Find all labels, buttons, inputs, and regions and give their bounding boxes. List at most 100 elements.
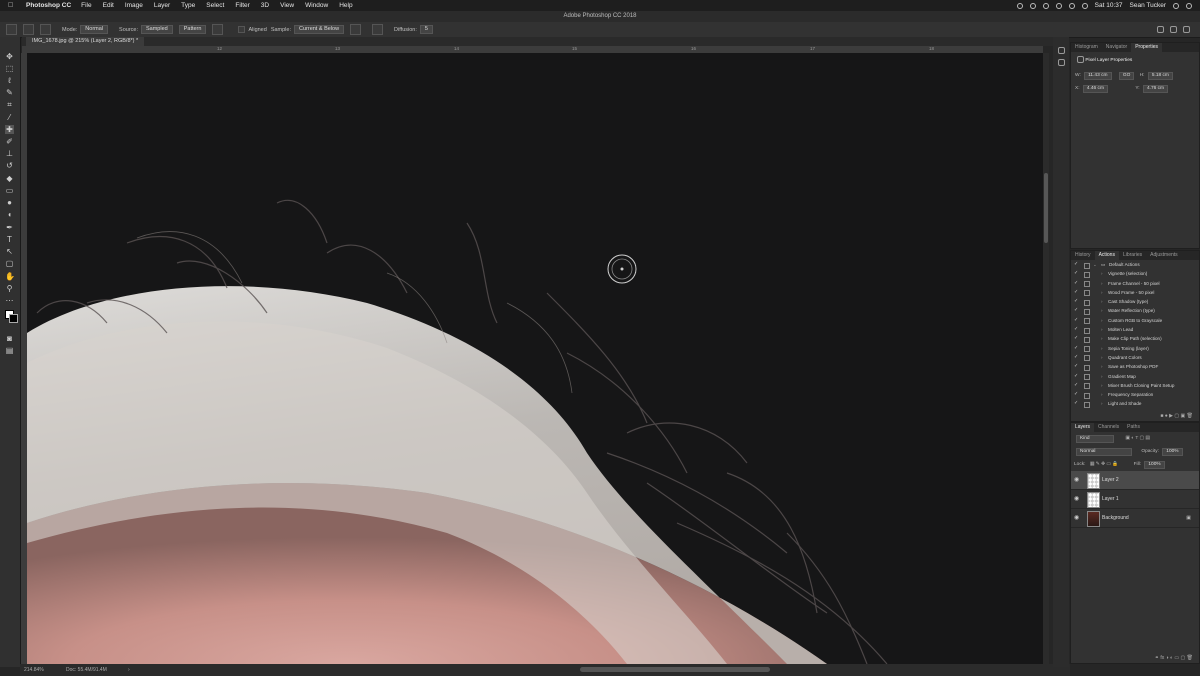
menu-type[interactable]: Type: [181, 2, 195, 9]
tab-navigator[interactable]: Navigator: [1102, 43, 1131, 52]
link-dimensions-button[interactable]: GO: [1118, 72, 1135, 80]
pressure-size-icon[interactable]: [372, 24, 384, 35]
check-icon[interactable]: ✓: [1074, 364, 1079, 369]
horizontal-ruler[interactable]: 12 13 14 15 16 17 18: [22, 46, 1043, 53]
status-menu-arrow-icon[interactable]: ›: [128, 664, 130, 676]
check-icon[interactable]: ✓: [1074, 262, 1079, 267]
gradient-tool-icon[interactable]: ▭: [5, 186, 14, 195]
dialog-toggle-icon[interactable]: [1084, 262, 1090, 269]
panel-icon[interactable]: [1058, 59, 1065, 66]
chevron-right-icon[interactable]: ›: [1101, 297, 1103, 306]
path-select-tool-icon[interactable]: ↖: [5, 247, 14, 256]
action-row[interactable]: ✓ › Make Clip Path (selection): [1071, 334, 1199, 343]
chevron-right-icon[interactable]: ›: [1101, 306, 1103, 315]
clock[interactable]: Sat 10:37: [1095, 2, 1123, 9]
layer-row-background[interactable]: ◉ Background ▣: [1071, 509, 1199, 528]
move-tool-icon[interactable]: ✥: [5, 52, 14, 61]
horizontal-scroll-thumb[interactable]: [580, 667, 770, 672]
menu-help[interactable]: Help: [339, 2, 352, 9]
eye-icon[interactable]: ◉: [1074, 509, 1079, 527]
tab-adjustments[interactable]: Adjustments: [1146, 251, 1182, 260]
apple-icon[interactable]: : [8, 2, 18, 9]
width-field[interactable]: 11.43 cm: [1084, 72, 1112, 80]
shape-tool-icon[interactable]: ▢: [5, 259, 14, 268]
tab-properties[interactable]: Properties: [1131, 43, 1162, 52]
chevron-right-icon[interactable]: ›: [1101, 344, 1103, 353]
sync-icon[interactable]: [1029, 2, 1036, 9]
source-sampled-button[interactable]: Sampled: [141, 25, 173, 34]
workspace-icon[interactable]: [1170, 26, 1177, 33]
action-row[interactable]: ✓ › Quadrant Colors: [1071, 353, 1199, 362]
dialog-toggle-icon[interactable]: [1084, 271, 1090, 278]
eye-icon[interactable]: ◉: [1074, 471, 1079, 489]
vertical-scrollbar[interactable]: [1043, 53, 1049, 664]
menu-image[interactable]: Image: [125, 2, 143, 9]
lasso-tool-icon[interactable]: ℓ: [5, 76, 14, 85]
dialog-toggle-icon[interactable]: [1084, 383, 1090, 390]
timemachine-icon[interactable]: [1055, 2, 1062, 9]
eyedropper-tool-icon[interactable]: ⁄: [5, 113, 14, 122]
dialog-toggle-icon[interactable]: [1084, 374, 1090, 381]
clone-source-icon[interactable]: [40, 24, 51, 35]
dialog-toggle-icon[interactable]: [1084, 299, 1090, 306]
aligned-checkbox[interactable]: [238, 26, 246, 33]
chevron-right-icon[interactable]: ›: [1101, 362, 1103, 371]
action-row[interactable]: ✓ › Vignette (selection): [1071, 269, 1199, 278]
brush-preset-icon[interactable]: [23, 24, 34, 35]
dodge-tool-icon[interactable]: ◖: [5, 210, 14, 219]
chevron-right-icon[interactable]: ›: [1101, 325, 1103, 334]
tab-actions[interactable]: Actions: [1094, 251, 1119, 260]
battery-icon[interactable]: [1081, 2, 1088, 9]
filter-icons[interactable]: ▣ ◐ T ▢ ▤: [1125, 436, 1150, 441]
dialog-toggle-icon[interactable]: [1084, 308, 1090, 315]
document-canvas[interactable]: [27, 53, 1043, 664]
quick-select-tool-icon[interactable]: ✎: [5, 88, 14, 97]
check-icon[interactable]: ✓: [1074, 280, 1079, 286]
document-tab[interactable]: IMG_1678.jpg @ 215% (Layer 2, RGB/8*) *: [26, 37, 145, 46]
search-icon[interactable]: [1157, 26, 1164, 33]
dialog-toggle-icon[interactable]: [1084, 346, 1090, 353]
menu-layer[interactable]: Layer: [154, 2, 170, 9]
dialog-toggle-icon[interactable]: [1084, 364, 1090, 371]
dialog-toggle-icon[interactable]: [1084, 401, 1090, 408]
bluetooth-icon[interactable]: [1042, 2, 1049, 9]
chevron-right-icon[interactable]: ›: [1101, 288, 1103, 297]
source-pattern-button[interactable]: Pattern: [178, 25, 207, 34]
tab-history[interactable]: History: [1071, 251, 1095, 260]
type-tool-icon[interactable]: T: [5, 235, 14, 244]
pattern-picker-icon[interactable]: [212, 24, 224, 35]
menu-window[interactable]: Window: [305, 2, 328, 9]
brush-tool-icon[interactable]: ✐: [5, 137, 14, 146]
y-field[interactable]: 4.76 cm: [1142, 85, 1169, 93]
clone-stamp-tool-icon[interactable]: ⊥: [5, 149, 14, 158]
dialog-toggle-icon[interactable]: [1084, 290, 1090, 297]
mode-select[interactable]: Normal: [80, 25, 109, 34]
siri-icon[interactable]: [1186, 2, 1192, 9]
dialog-toggle-icon[interactable]: [1084, 318, 1090, 325]
zoom-tool-icon[interactable]: ⚲: [5, 284, 14, 293]
menu-select[interactable]: Select: [206, 2, 224, 9]
chevron-right-icon[interactable]: ›: [1101, 279, 1103, 288]
doc-size[interactable]: Doc: 55.4M/91.4M: [66, 664, 107, 676]
menu-file[interactable]: File: [81, 2, 91, 9]
check-icon[interactable]: ✓: [1074, 354, 1079, 360]
chevron-right-icon[interactable]: ›: [1101, 316, 1103, 325]
tab-libraries[interactable]: Libraries: [1119, 251, 1146, 260]
lock-icons[interactable]: ▦ ✎ ✥ ▭ 🔒: [1090, 462, 1118, 467]
check-icon[interactable]: ✓: [1074, 271, 1079, 276]
quick-mask-icon[interactable]: ◙: [5, 334, 14, 343]
chevron-right-icon[interactable]: ›: [1101, 353, 1103, 362]
wifi-icon[interactable]: [1068, 2, 1075, 9]
dialog-toggle-icon[interactable]: [1084, 355, 1090, 362]
ignore-adjustment-icon[interactable]: [350, 24, 362, 35]
check-icon[interactable]: ✓: [1074, 336, 1079, 341]
check-icon[interactable]: ✓: [1074, 289, 1079, 295]
layer-filter-select[interactable]: Kind: [1076, 435, 1114, 443]
check-icon[interactable]: ✓: [1074, 392, 1079, 397]
sample-select[interactable]: Current & Below: [294, 25, 345, 34]
action-row[interactable]: ✓ › Frequency Separation: [1071, 390, 1199, 399]
action-row[interactable]: ✓ › Wood Frame - 50 pixel: [1071, 288, 1199, 297]
check-icon[interactable]: ✓: [1074, 327, 1079, 332]
tab-histogram[interactable]: Histogram: [1071, 43, 1102, 52]
opacity-field[interactable]: 100%: [1162, 448, 1183, 456]
